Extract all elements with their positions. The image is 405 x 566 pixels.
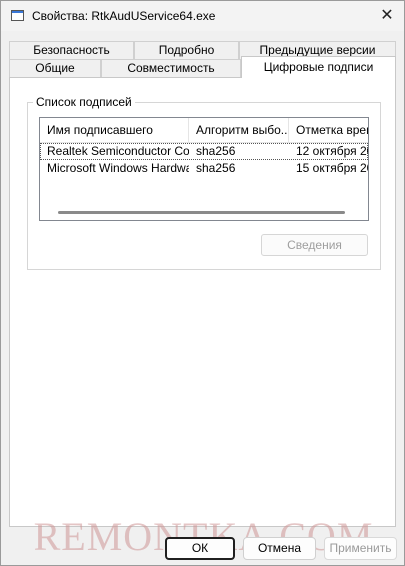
signature-list-title: Список подписей: [33, 95, 135, 109]
tab-security[interactable]: Безопасность: [9, 41, 134, 59]
tab-general[interactable]: Общие: [9, 59, 101, 77]
details-button[interactable]: Сведения: [261, 234, 368, 256]
column-digest-algorithm[interactable]: Алгоритм выбо...: [189, 118, 289, 142]
digital-signatures-panel: Список подписей Имя подписавшего Алгорит…: [9, 77, 396, 527]
column-timestamp[interactable]: Отметка врем: [289, 118, 368, 142]
tab-compatibility[interactable]: Совместимость: [101, 59, 241, 77]
signature-list[interactable]: Имя подписавшего Алгоритм выбо... Отметк…: [39, 117, 369, 221]
timestamp: 15 октября 20...: [296, 161, 368, 175]
window-title: Свойства: RtkAudUService64.exe: [32, 9, 216, 23]
digest-algorithm: sha256: [196, 161, 236, 175]
cancel-button[interactable]: Отмена: [243, 537, 316, 560]
ok-button[interactable]: ОК: [165, 537, 235, 560]
timestamp: 12 октября 20...: [296, 144, 368, 158]
column-signer-name[interactable]: Имя подписавшего: [40, 118, 189, 142]
apply-button[interactable]: Применить: [324, 537, 397, 560]
signer-name: Realtek Semiconductor Corp.: [47, 144, 189, 158]
list-item[interactable]: Realtek Semiconductor Corp. sha256 12 ок…: [40, 143, 368, 160]
close-button[interactable]: ✕: [370, 1, 404, 31]
list-header: Имя подписавшего Алгоритм выбо... Отметк…: [40, 118, 368, 143]
window-icon: [11, 10, 24, 21]
properties-dialog: Свойства: RtkAudUService64.exe ✕ Безопас…: [0, 0, 405, 566]
title-bar: Свойства: RtkAudUService64.exe ✕: [1, 1, 404, 31]
signer-name: Microsoft Windows Hardwa...: [47, 161, 189, 175]
tab-details[interactable]: Подробно: [134, 41, 239, 59]
horizontal-scrollbar[interactable]: [58, 211, 345, 214]
digest-algorithm: sha256: [196, 144, 236, 158]
list-item[interactable]: Microsoft Windows Hardwa... sha256 15 ок…: [40, 160, 368, 177]
tab-digital-signatures[interactable]: Цифровые подписи: [241, 56, 396, 78]
